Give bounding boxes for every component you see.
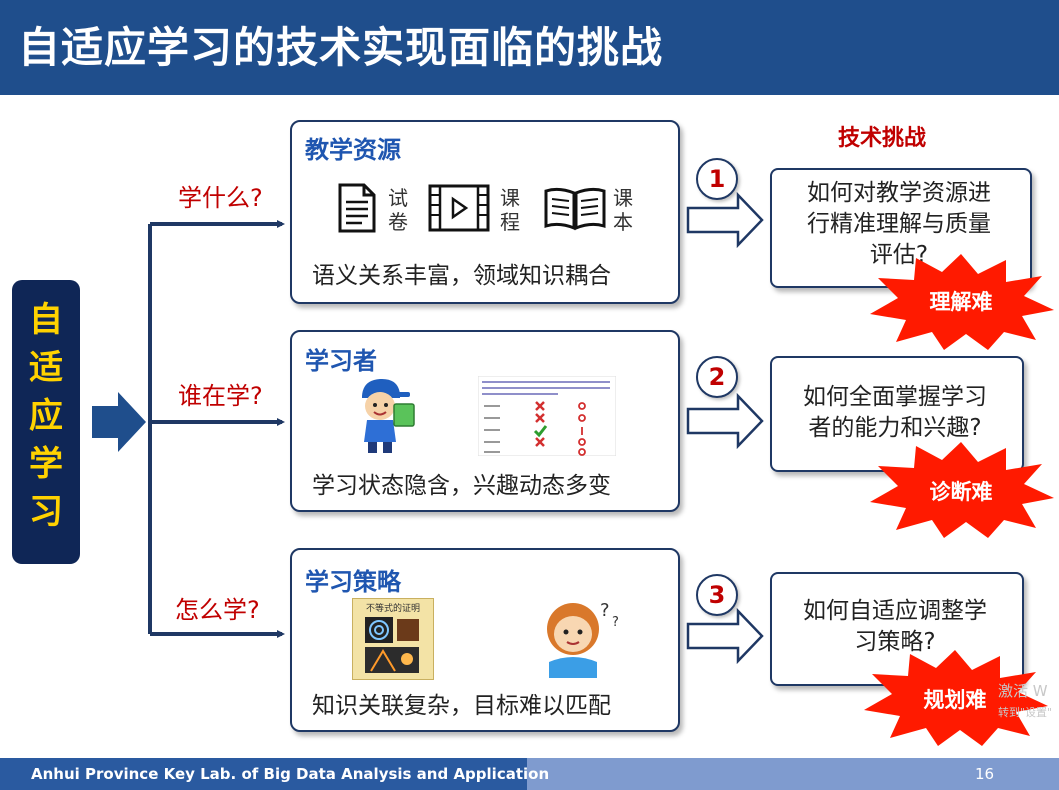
- document-icon: [338, 183, 376, 233]
- page-number: 16: [975, 765, 995, 783]
- answer-sheet-icon: [478, 376, 616, 456]
- question-how: 怎么学?: [175, 596, 260, 624]
- block-arrow-icon: [92, 392, 146, 452]
- card-title: 学习者: [305, 347, 377, 375]
- book-icon: [544, 187, 606, 231]
- student-icon: [362, 378, 415, 453]
- activation-watermark-sub: 转到"设置": [998, 706, 1053, 719]
- step-number-badge: 2: [696, 356, 738, 398]
- question-what: 学什么?: [178, 184, 263, 212]
- resource-label: 试卷: [386, 186, 410, 234]
- video-icon: [428, 184, 490, 232]
- challenge-line: 行精准理解与质量: [807, 211, 991, 237]
- step-number-badge: 1: [696, 158, 738, 200]
- card-description: 知识关联复杂，目标难以匹配: [312, 693, 611, 719]
- step-number-badge: 3: [696, 574, 738, 616]
- thinking-kid-icon: ? ?: [547, 600, 619, 678]
- activation-watermark: 激活 W: [998, 682, 1048, 700]
- question-who: 谁在学?: [178, 382, 263, 410]
- challenge-line: 如何自适应调整学: [803, 598, 987, 624]
- svg-text:?: ?: [600, 600, 610, 621]
- challenge-line: 如何全面掌握学习: [803, 384, 987, 410]
- footer-lab-name: Anhui Province Key Lab. of Big Data Anal…: [31, 765, 550, 783]
- resource-label-text: 课程: [500, 186, 520, 234]
- resource-label: 课本: [611, 186, 635, 234]
- tech-challenge-title: 技术挑战: [838, 126, 927, 151]
- difficulty-label: 理解难: [929, 290, 993, 314]
- challenge-text: 如何全面掌握学习 者的能力和兴趣?: [770, 382, 1020, 444]
- challenge-line: 如何对教学资源进: [807, 180, 991, 206]
- card-description: 学习状态隐含，兴趣动态多变: [312, 473, 611, 499]
- svg-text:?: ?: [612, 615, 619, 630]
- resource-label-text: 课本: [613, 186, 633, 234]
- branch-bracket: [148, 220, 285, 638]
- card-title: 学习策略: [305, 568, 401, 596]
- difficulty-label: 诊断难: [929, 480, 993, 504]
- card-title: 教学资源: [305, 136, 401, 164]
- resource-label-text: 试卷: [388, 186, 408, 234]
- spiral-image-icon: [365, 617, 419, 673]
- card-description: 语义关系丰富，领域知识耦合: [312, 263, 611, 289]
- resource-label: 课程: [498, 186, 522, 234]
- knowledge-poster: 不等式的证明: [352, 598, 434, 680]
